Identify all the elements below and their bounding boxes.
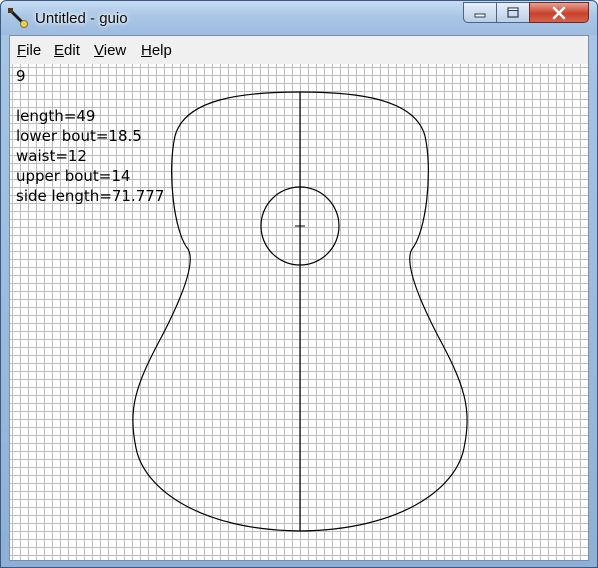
app-window: Untitled - guio File Edit View Help 9 le… — [0, 0, 598, 568]
minimize-button[interactable] — [463, 2, 497, 23]
app-guitar-icon[interactable] — [7, 7, 29, 29]
menu-file[interactable]: File — [17, 42, 41, 59]
close-button[interactable] — [529, 2, 589, 23]
client-area: File Edit View Help 9 length=49 lower bo… — [9, 35, 589, 561]
param-upper-bout: upper bout=14 — [16, 167, 131, 185]
menu-view[interactable]: View — [94, 42, 126, 59]
param-side-length: side length=71.777 — [16, 187, 165, 205]
counter-text: 9 — [16, 67, 26, 85]
menu-help[interactable]: Help — [141, 42, 172, 59]
window-title: Untitled - guio — [35, 10, 128, 27]
param-lower-bout: lower bout=18.5 — [16, 127, 142, 145]
drawing-canvas[interactable]: 9 length=49 lower bout=18.5 waist=12 upp… — [10, 64, 588, 560]
menu-edit[interactable]: Edit — [54, 42, 80, 59]
param-length: length=49 — [16, 107, 96, 125]
menu-bar: File Edit View Help — [10, 36, 588, 65]
title-bar[interactable]: Untitled - guio — [1, 1, 597, 35]
close-icon — [552, 6, 566, 19]
param-waist: waist=12 — [16, 147, 87, 165]
minimize-icon — [474, 13, 486, 17]
maximize-button[interactable] — [496, 2, 530, 23]
maximize-icon — [507, 6, 519, 18]
